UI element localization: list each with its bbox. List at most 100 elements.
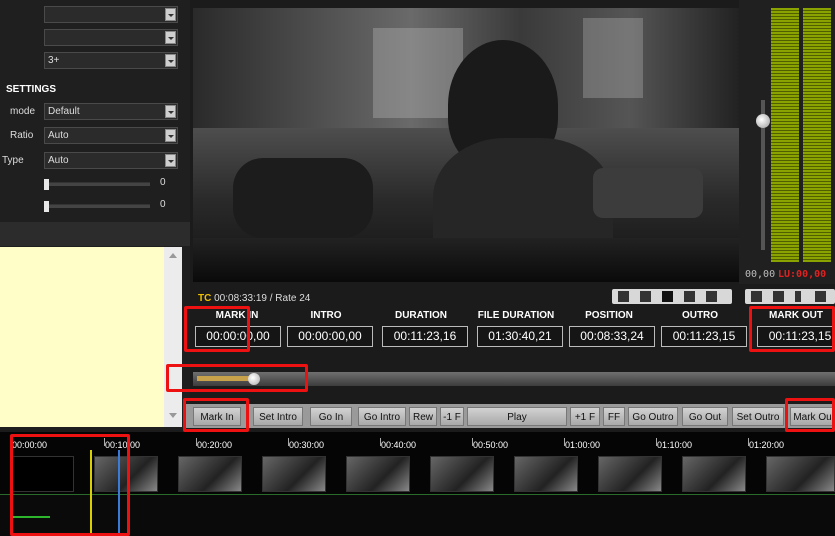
scroll-up-icon[interactable] — [169, 253, 177, 258]
tick-label: 00:40:00 — [379, 438, 417, 450]
timecode-line: TC 00:08:33:19 / Rate 24 — [198, 293, 310, 304]
video-scooter — [233, 158, 373, 238]
intro-field[interactable]: 00:00:00,00 — [287, 326, 373, 347]
go-outro-button[interactable]: Go Outro — [628, 407, 678, 426]
tick-label: 00:10:00 — [103, 438, 141, 450]
meter-bar-right — [803, 8, 831, 262]
outro-field[interactable]: 00:11:23,15 — [661, 326, 747, 347]
timeline-thumbnail[interactable] — [94, 456, 158, 492]
playhead-marker[interactable] — [90, 450, 92, 536]
ff-button[interactable]: FF — [603, 407, 625, 426]
mode-select-value: Default — [48, 106, 80, 117]
tick-label: 01:10:00 — [655, 438, 693, 450]
volume-icon[interactable] — [773, 291, 784, 302]
go-in-button[interactable]: Go In — [310, 407, 352, 426]
tick-label: 00:30:00 — [287, 438, 325, 450]
info-icon[interactable] — [795, 291, 801, 302]
ratio-select[interactable]: Auto — [44, 127, 178, 144]
tick-label: 01:00:00 — [563, 438, 601, 450]
audio-meter-panel — [739, 0, 835, 284]
timeline-thumbnail[interactable] — [766, 456, 835, 492]
set-outro-button[interactable]: Set Outro — [732, 407, 784, 426]
chevron-down-icon — [165, 31, 176, 44]
mode-label: mode — [10, 106, 36, 117]
clip-toolbar — [612, 289, 732, 304]
tick-label: 00:00:00 — [10, 438, 48, 450]
timeline-thumbnail[interactable] — [10, 456, 74, 492]
chevron-down-icon — [165, 154, 176, 167]
timecode-tag: TC — [198, 293, 212, 304]
top-select-2[interactable] — [44, 29, 178, 46]
slider-2-thumb[interactable] — [44, 201, 49, 212]
mark-in-label: MARK IN — [215, 310, 259, 321]
mode-select[interactable]: Default — [44, 103, 178, 120]
top-select-3[interactable]: 3+ — [44, 52, 178, 69]
slider-2-value: 0 — [160, 199, 166, 210]
timeline-thumbnail[interactable] — [346, 456, 410, 492]
panel-divider — [0, 222, 190, 246]
type-label: Type — [2, 155, 24, 166]
list-icon[interactable] — [751, 291, 762, 302]
mark-in-field[interactable]: 00:00:00,00 — [195, 326, 281, 347]
slider-1-thumb[interactable] — [44, 179, 49, 190]
settings-section-title: SETTINGS — [6, 84, 57, 95]
position-slider-thumb[interactable] — [248, 373, 260, 385]
position-field[interactable]: 00:08:33,24 — [569, 326, 655, 347]
duration-field[interactable]: 00:11:23,16 — [382, 326, 468, 347]
video-car — [593, 168, 703, 218]
go-intro-button[interactable]: Go Intro — [358, 407, 406, 426]
player-toolbar — [745, 289, 835, 304]
duration-label: DURATION — [394, 310, 448, 321]
file-duration-label: FILE DURATION — [477, 310, 555, 321]
audio-waveform — [10, 516, 50, 518]
outro-label: OUTRO — [681, 310, 719, 321]
timeline-thumbnail[interactable] — [430, 456, 494, 492]
edit-icon[interactable] — [815, 291, 826, 302]
plus-1f-button[interactable]: +1 F — [570, 407, 600, 426]
rew-button[interactable]: Rew — [409, 407, 437, 426]
meter-readout-right: LU:00,00 — [778, 269, 827, 280]
mark-in-button[interactable]: Mark In — [193, 407, 241, 426]
tick-label: 01:20:00 — [747, 438, 785, 450]
delete-icon[interactable] — [662, 291, 673, 302]
top-select-3-value: 3+ — [48, 55, 60, 66]
type-select[interactable]: Auto — [44, 152, 178, 169]
mark-out-button[interactable]: Mark Ou — [790, 407, 835, 426]
minus-1f-button[interactable]: -1 F — [440, 407, 464, 426]
timeline-thumbnail[interactable] — [178, 456, 242, 492]
copy-icon[interactable] — [684, 291, 695, 302]
notes-area[interactable] — [0, 247, 164, 427]
video-window — [583, 18, 643, 98]
position-slider[interactable] — [193, 372, 835, 386]
slider-1[interactable] — [44, 179, 150, 190]
go-out-button[interactable]: Go Out — [682, 407, 728, 426]
notes-scrollbar[interactable] — [164, 247, 182, 427]
meter-bar-left — [771, 8, 799, 262]
mark-out-field[interactable]: 00:11:23,15 — [757, 326, 835, 347]
timeline-thumbnail[interactable] — [262, 456, 326, 492]
tick-label: 00:20:00 — [195, 438, 233, 450]
chevron-down-icon — [165, 129, 176, 142]
position-label: POSITION — [585, 310, 633, 321]
meter-readout-left: 00,00 — [745, 269, 776, 280]
ratio-label: Ratio — [10, 130, 34, 141]
video-preview[interactable] — [193, 8, 739, 282]
file-duration-field[interactable]: 01:30:40,21 — [477, 326, 563, 347]
export-icon[interactable] — [618, 291, 629, 302]
timeline-thumbnail[interactable] — [682, 456, 746, 492]
timeline-thumbnail[interactable] — [598, 456, 662, 492]
save-icon[interactable] — [640, 291, 651, 302]
timeline-thumbnail[interactable] — [514, 456, 578, 492]
play-button[interactable]: Play — [467, 407, 567, 426]
type-select-value: Auto — [48, 155, 69, 166]
cursor-marker[interactable] — [118, 450, 120, 536]
paste-icon[interactable] — [706, 291, 717, 302]
top-select-1[interactable] — [44, 6, 178, 23]
slider-2[interactable] — [44, 201, 150, 212]
intro-label: INTRO — [310, 310, 342, 321]
scroll-down-icon[interactable] — [169, 413, 177, 418]
audio-track[interactable] — [0, 494, 835, 536]
chevron-down-icon — [165, 54, 176, 67]
set-intro-button[interactable]: Set Intro — [253, 407, 303, 426]
meter-fader-knob[interactable] — [756, 114, 770, 128]
